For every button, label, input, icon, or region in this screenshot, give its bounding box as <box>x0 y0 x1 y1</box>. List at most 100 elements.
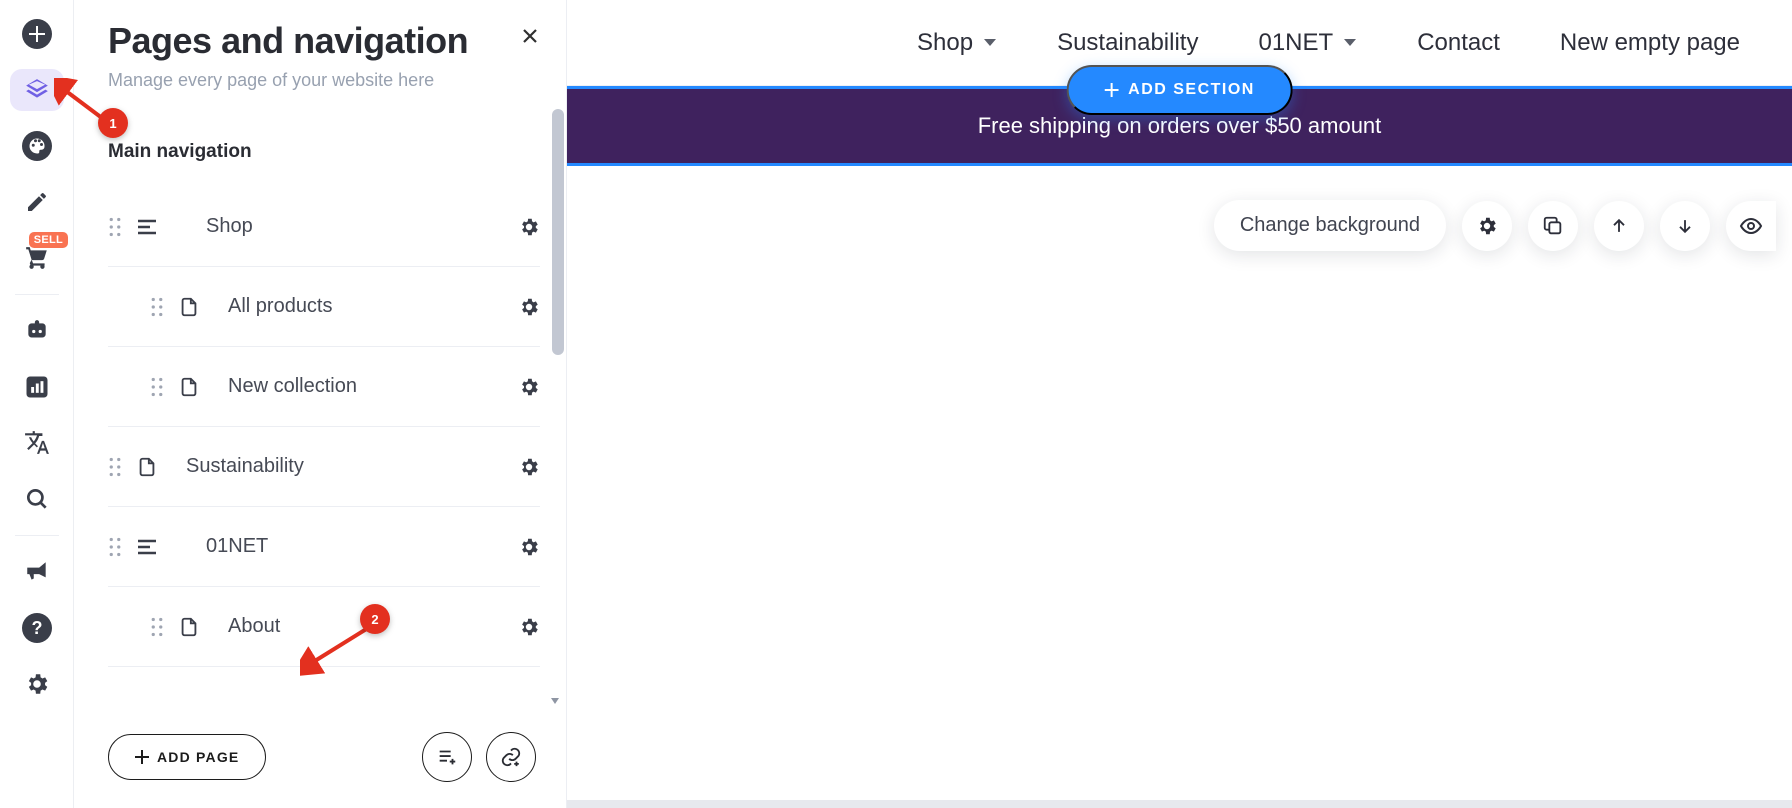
panel-header: Pages and navigation Manage every page o… <box>74 0 566 109</box>
section-settings-button[interactable] <box>1462 201 1512 251</box>
nav-item[interactable]: About <box>108 587 540 667</box>
top-nav-item[interactable]: New empty page <box>1560 29 1740 57</box>
search-icon <box>24 486 50 512</box>
rail-ai[interactable] <box>0 303 74 359</box>
drag-handle-icon[interactable] <box>150 297 164 317</box>
nav-item-label: Sustainability <box>186 455 304 478</box>
rail-blog[interactable] <box>0 174 74 230</box>
cart-icon <box>24 245 50 271</box>
nav-item[interactable]: Shop <box>108 187 540 267</box>
banner-text: Free shipping on orders over $50 amount <box>978 113 1382 139</box>
drag-handle-icon[interactable] <box>150 377 164 397</box>
top-nav-label: 01NET <box>1258 29 1333 57</box>
top-nav-label: Shop <box>917 29 973 57</box>
panel-subtitle: Manage every page of your website here <box>108 70 532 91</box>
rail-design[interactable] <box>0 118 74 174</box>
top-nav-item[interactable]: Sustainability <box>1057 29 1198 57</box>
nav-item-settings[interactable] <box>518 296 540 318</box>
page-icon <box>178 296 200 318</box>
nav-item-settings[interactable] <box>518 616 540 638</box>
top-nav-item[interactable]: Contact <box>1417 29 1500 57</box>
copy-icon <box>1542 215 1564 237</box>
rail-pages[interactable] <box>0 62 74 118</box>
chevron-down-icon <box>983 38 997 48</box>
duplicate-section-button[interactable] <box>1528 201 1578 251</box>
nav-list: Shop All products New collection Sustainabi… <box>108 187 558 667</box>
arrow-up-icon <box>1609 216 1629 236</box>
change-background-button[interactable]: Change background <box>1214 200 1446 251</box>
rail-settings[interactable] <box>0 656 74 712</box>
nav-item[interactable]: Sustainability <box>108 427 540 507</box>
eye-icon <box>1739 214 1763 238</box>
sell-badge: SELL <box>29 232 68 248</box>
rail-divider <box>15 535 59 536</box>
top-nav-label: New empty page <box>1560 29 1740 57</box>
nav-item-label: Shop <box>206 215 253 238</box>
drag-handle-icon[interactable] <box>108 457 122 477</box>
gear-icon <box>24 671 50 697</box>
chevron-down-icon <box>1343 38 1357 48</box>
section-icon <box>136 539 158 555</box>
nav-item[interactable]: All products <box>108 267 540 347</box>
panel-title: Pages and navigation <box>108 20 532 62</box>
language-icon <box>24 430 50 456</box>
move-up-button[interactable] <box>1594 201 1644 251</box>
panel-footer: ADD PAGE <box>74 712 566 808</box>
layers-icon <box>24 77 50 103</box>
palette-icon <box>22 131 52 161</box>
nav-item-settings[interactable] <box>518 376 540 398</box>
section-label: Main navigation <box>108 141 558 163</box>
page-icon <box>178 376 200 398</box>
top-nav-label: Contact <box>1417 29 1500 57</box>
plus-icon <box>22 19 52 49</box>
pages-panel: Pages and navigation Manage every page o… <box>74 0 567 808</box>
chart-icon <box>23 373 51 401</box>
edit-icon <box>25 190 49 214</box>
add-link-button[interactable] <box>486 732 536 782</box>
nav-item-settings[interactable] <box>518 216 540 238</box>
section-toolbar: Change background <box>1214 200 1776 251</box>
drag-handle-icon[interactable] <box>108 217 122 237</box>
rail-add[interactable] <box>0 6 74 62</box>
top-nav-item[interactable]: Shop <box>917 29 997 57</box>
nav-item[interactable]: 01NET <box>108 507 540 587</box>
drag-handle-icon[interactable] <box>108 537 122 557</box>
plus-icon <box>1104 83 1118 97</box>
visibility-button[interactable] <box>1726 201 1776 251</box>
nav-item-settings[interactable] <box>518 536 540 558</box>
move-down-button[interactable] <box>1660 201 1710 251</box>
link-plus-icon <box>500 746 522 768</box>
add-section-label: ADD SECTION <box>1128 81 1255 99</box>
megaphone-icon <box>24 559 50 585</box>
top-nav-label: Sustainability <box>1057 29 1198 57</box>
nav-item-label: All products <box>228 295 333 318</box>
add-section-button[interactable]: ADD SECTION <box>1066 65 1293 115</box>
app-rail: SELL ? <box>0 0 74 808</box>
drag-handle-icon[interactable] <box>150 617 164 637</box>
gear-icon <box>1476 215 1498 237</box>
nav-item-settings[interactable] <box>518 456 540 478</box>
close-panel-button[interactable] <box>520 26 540 46</box>
canvas-body[interactable] <box>567 166 1792 800</box>
plus-icon <box>135 750 149 764</box>
panel-scroll[interactable]: Main navigation Shop All products New coll… <box>74 109 566 712</box>
scroll-down-caret[interactable] <box>551 698 559 704</box>
nav-item[interactable]: New collection <box>108 347 540 427</box>
rail-language[interactable] <box>0 415 74 471</box>
nav-item-label: About <box>228 615 280 638</box>
add-page-label: ADD PAGE <box>157 749 239 765</box>
list-plus-icon <box>436 746 458 768</box>
robot-icon <box>24 318 50 344</box>
rail-store[interactable]: SELL <box>0 230 74 286</box>
rail-help[interactable]: ? <box>0 600 74 656</box>
nav-item-label: 01NET <box>206 535 268 558</box>
rail-search[interactable] <box>0 471 74 527</box>
add-to-menu-button[interactable] <box>422 732 472 782</box>
nav-item-label: New collection <box>228 375 357 398</box>
add-page-button[interactable]: ADD PAGE <box>108 734 266 780</box>
promo-banner[interactable]: ADD SECTION Free shipping on orders over… <box>567 86 1792 166</box>
rail-analytics[interactable] <box>0 359 74 415</box>
top-nav-item[interactable]: 01NET <box>1258 29 1357 57</box>
page-icon <box>178 616 200 638</box>
rail-marketing[interactable] <box>0 544 74 600</box>
